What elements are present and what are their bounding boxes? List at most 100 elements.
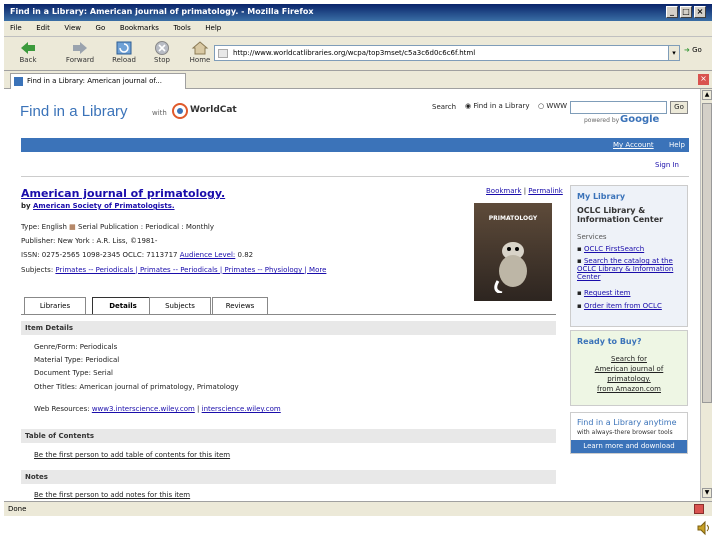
material-type-line: Material Type: Periodical (34, 356, 120, 364)
type-text: Type: English (21, 223, 67, 231)
tab-details[interactable]: Details (92, 297, 154, 314)
close-button[interactable]: × (694, 6, 706, 18)
help-link[interactable]: Help (669, 141, 685, 149)
scroll-down-icon[interactable]: ▼ (702, 488, 712, 498)
scroll-thumb[interactable] (702, 103, 712, 403)
find-in-library-logo[interactable]: Find in a Library (20, 103, 128, 120)
cover-image[interactable]: PRIMATOLOGY (474, 203, 552, 301)
menu-bar: File Edit View Go Bookmarks Tools Help (4, 21, 712, 37)
cover-title: PRIMATOLOGY (488, 215, 538, 222)
my-account-link[interactable]: My Account (613, 141, 654, 149)
author-link[interactable]: American Society of Primatologists. (33, 202, 175, 210)
sign-in-link[interactable]: Sign In (655, 161, 679, 169)
services-label: Services (577, 233, 607, 241)
google-logo: Google (620, 114, 660, 125)
other-titles-line: Other Titles: American journal of primat… (34, 383, 239, 391)
menu-bookmarks[interactable]: Bookmarks (114, 21, 165, 35)
menu-go[interactable]: Go (90, 21, 112, 35)
my-library-box: My Library OCLC Library & Information Ce… (570, 185, 688, 327)
menu-tools[interactable]: Tools (167, 21, 196, 35)
browser-tab-bar: Find in a Library: American journal of..… (4, 71, 712, 89)
go-button[interactable]: ➜ Go (684, 46, 702, 54)
menu-file[interactable]: File (4, 21, 28, 35)
my-library-heading: My Library (577, 192, 626, 201)
service-1-link[interactable]: OCLC FirstSearch (584, 245, 644, 253)
radio-find-in-library[interactable]: ◉ Find in a Library (465, 102, 530, 110)
web-resources-line: Web Resources: www3.interscience.wiley.c… (34, 405, 281, 413)
minimize-button[interactable]: _ (666, 6, 678, 18)
service-3-link[interactable]: Request item (584, 289, 630, 297)
publisher-line: Publisher: New York : A.R. Liss, ©1981- (21, 237, 158, 245)
status-bar: Done (4, 501, 712, 516)
record-title[interactable]: American journal of primatology. (21, 187, 225, 200)
search-label: Search (432, 103, 457, 111)
url-dropdown-button[interactable]: ▾ (668, 45, 680, 61)
back-label: Back (19, 56, 37, 64)
back-button[interactable]: Back (8, 40, 48, 70)
amazon-title-link[interactable]: American journal of (571, 365, 687, 373)
service-4-link[interactable]: Order item from OCLC (584, 302, 662, 310)
permalink-link[interactable]: Permalink (528, 187, 563, 195)
subjects-label: Subjects: (21, 266, 54, 274)
promo-title: Find in a Library anytime (577, 418, 677, 427)
radio-www[interactable]: ○ WWW (538, 102, 567, 110)
toc-add-link[interactable]: Be the first person to add table of cont… (34, 451, 230, 459)
window-titlebar: Find in a Library: American journal of p… (4, 4, 712, 21)
forward-button[interactable]: Forward (60, 40, 100, 70)
navigation-toolbar: Back Forward Reload Stop Home http://www… (4, 37, 712, 71)
promo-download-button[interactable]: Learn more and download (571, 440, 687, 453)
menu-view[interactable]: View (58, 21, 87, 35)
vertical-scrollbar[interactable]: ▲ ▼ (700, 89, 712, 501)
web-link-1[interactable]: www3.interscience.wiley.com (92, 405, 195, 413)
menu-edit[interactable]: Edit (30, 21, 56, 35)
bookmark-permalink: Bookmark | Permalink (486, 187, 563, 195)
search-for-link[interactable]: Search for (571, 355, 687, 363)
by-label: by (21, 202, 31, 210)
forward-label: Forward (65, 56, 95, 64)
notes-add-link[interactable]: Be the first person to add notes for thi… (34, 491, 190, 499)
address-bar[interactable]: http://www.worldcatlibraries.org/wcpa/to… (214, 45, 680, 61)
service-2: ▪ Search the catalog at the OCLC Library… (577, 257, 674, 281)
maximize-button[interactable]: □ (680, 6, 692, 18)
tab-reviews[interactable]: Reviews (212, 297, 268, 314)
bookmark-link[interactable]: Bookmark (486, 187, 521, 195)
account-bar: My Account Help (21, 138, 689, 152)
amazon-link[interactable]: from Amazon.com (571, 385, 687, 393)
amazon-title-link-2[interactable]: primatology. (571, 375, 687, 383)
web-resources-label: Web Resources: (34, 405, 90, 413)
web-link-2[interactable]: interscience.wiley.com (202, 405, 281, 413)
document-type-line: Document Type: Serial (34, 369, 113, 377)
org-name: OCLC Library & Information Center (577, 206, 664, 224)
reload-button[interactable]: Reload (104, 40, 144, 70)
serial-pub-text: Serial Publication : Periodical : Monthl… (78, 223, 214, 231)
genre-line: Genre/Form: Periodicals (34, 343, 118, 351)
powered-by-text: powered by (584, 117, 620, 124)
menu-help[interactable]: Help (199, 21, 227, 35)
notes-heading: Notes (21, 470, 556, 484)
ready-to-buy-heading: Ready to Buy? (577, 337, 642, 346)
browser-tab[interactable]: Find in a Library: American journal of..… (10, 73, 186, 89)
tab-libraries[interactable]: Libraries (24, 297, 86, 314)
audience-level-link[interactable]: Audience Level: (180, 251, 236, 259)
search-input[interactable] (570, 101, 667, 114)
stop-icon (155, 41, 169, 55)
page-content: Find in a Library with WorldCat Search ◉… (4, 89, 700, 501)
home-icon (191, 41, 209, 55)
tab-subjects[interactable]: Subjects (149, 297, 211, 314)
subjects-links[interactable]: Primates -- Periodicals | Primates -- Pe… (55, 266, 326, 274)
scroll-up-icon[interactable]: ▲ (702, 90, 712, 100)
favicon-icon (14, 77, 23, 86)
stop-label: Stop (154, 56, 170, 64)
search-go-button[interactable]: Go (670, 101, 688, 114)
service-2-link[interactable]: Search the catalog at the OCLC Library &… (577, 257, 673, 281)
speaker-icon[interactable] (696, 520, 712, 536)
url-text: http://www.worldcatlibraries.org/wcpa/to… (233, 49, 476, 57)
close-tab-icon[interactable]: × (698, 74, 709, 85)
service-1: ▪ OCLC FirstSearch (577, 245, 645, 253)
status-security-icon[interactable] (694, 504, 704, 514)
lemur-illustration (494, 242, 527, 293)
reload-icon (116, 41, 132, 55)
promo-box[interactable]: Find in a Library anytime with always-th… (570, 412, 688, 454)
window-title: Find in a Library: American journal of p… (10, 7, 314, 16)
stop-button[interactable]: Stop (142, 40, 182, 70)
